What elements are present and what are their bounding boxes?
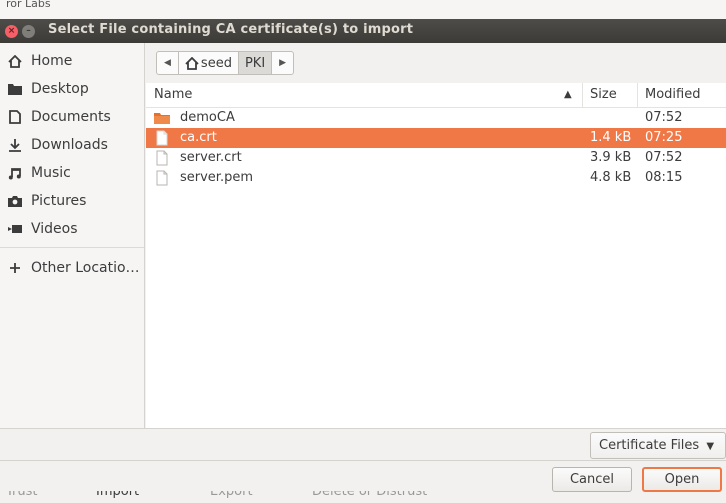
sidebar-item-music[interactable]: Music: [0, 159, 144, 187]
file-icon: [154, 130, 170, 146]
column-header-name[interactable]: Name: [154, 87, 192, 102]
cancel-button[interactable]: Cancel: [552, 467, 632, 492]
file-name: server.crt: [180, 150, 242, 165]
sidebar-item-downloads[interactable]: Downloads: [0, 131, 144, 159]
sidebar-item-documents[interactable]: Documents: [0, 103, 144, 131]
breadcrumb: ◀ seed PKI ▶: [156, 51, 295, 75]
sidebar-item-home[interactable]: Home: [0, 47, 144, 75]
background-tab-import: Import: [96, 491, 140, 499]
places-sidebar: Home Desktop Documents Downloads Music P…: [0, 43, 145, 428]
sidebar-item-other-locations[interactable]: Other Locatio…: [0, 254, 144, 282]
sidebar-item-label: Pictures: [31, 193, 87, 209]
file-row-server-crt[interactable]: server.crt 3.9 kB 07:52: [146, 148, 726, 168]
sidebar-item-label: Home: [31, 53, 73, 69]
sidebar-item-label: Videos: [31, 221, 78, 237]
desktop-icon: [6, 81, 24, 97]
path-crumb-seed[interactable]: seed: [179, 52, 239, 74]
background-window-strip: ror Labs: [0, 0, 726, 19]
background-tab-delete-distrust: Delete or Distrust: [312, 491, 428, 499]
file-modified: 08:15: [645, 170, 683, 185]
dialog-titlebar: × – Select File containing CA certificat…: [0, 19, 726, 43]
column-header-size[interactable]: Size: [590, 87, 617, 102]
filter-bar: Certificate Files ▼: [0, 428, 726, 460]
sidebar-item-label: Documents: [31, 109, 111, 125]
path-crumb-label: PKI: [244, 55, 266, 71]
file-type-filter-select[interactable]: Certificate Files ▼: [590, 432, 726, 459]
documents-icon: [6, 109, 24, 125]
file-modified: 07:25: [645, 130, 683, 145]
path-back-button[interactable]: ◀: [157, 52, 179, 74]
file-size: 4.8 kB: [590, 170, 632, 185]
open-button[interactable]: Open: [642, 467, 722, 492]
file-row-ca-crt[interactable]: ca.crt 1.4 kB 07:25: [146, 128, 726, 148]
file-size: 3.9 kB: [590, 150, 632, 165]
videos-icon: [6, 221, 24, 237]
file-icon: [154, 170, 170, 186]
home-icon: [6, 53, 24, 69]
chevron-down-icon: ▼: [706, 441, 715, 452]
folder-icon: [154, 110, 170, 126]
column-divider[interactable]: [582, 83, 583, 108]
background-tab-strip: Trust Import Export Delete or Distrust: [0, 491, 460, 503]
file-icon: [154, 150, 170, 166]
sidebar-item-label: Music: [31, 165, 71, 181]
pictures-icon: [6, 193, 24, 209]
filter-label: Certificate Files: [599, 438, 700, 453]
file-size: 1.4 kB: [590, 130, 632, 145]
file-list-header: Name ▲ Size Modified: [146, 83, 726, 108]
music-icon: [6, 165, 24, 181]
file-browser-pane: ◀ seed PKI ▶ Name ▲ Size Modified demoCA: [146, 43, 726, 428]
sidebar-divider: [0, 247, 144, 248]
downloads-icon: [6, 137, 24, 153]
sidebar-item-videos[interactable]: Videos: [0, 215, 144, 243]
column-divider[interactable]: [637, 83, 638, 108]
file-list: demoCA 07:52 ca.crt 1.4 kB 07:25 server.…: [146, 108, 726, 188]
column-header-modified[interactable]: Modified: [645, 87, 700, 102]
path-bar: ◀ seed PKI ▶: [146, 43, 726, 83]
path-crumb-label: seed: [200, 55, 232, 71]
file-name: ca.crt: [180, 130, 217, 145]
path-forward-button[interactable]: ▶: [272, 52, 293, 74]
background-title-text: ror Labs: [6, 0, 51, 10]
background-tab-trust: Trust: [6, 491, 38, 499]
sidebar-item-label: Desktop: [31, 81, 89, 97]
file-row-democa[interactable]: demoCA 07:52: [146, 108, 726, 128]
sidebar-item-desktop[interactable]: Desktop: [0, 75, 144, 103]
file-name: server.pem: [180, 170, 254, 185]
file-modified: 07:52: [645, 150, 683, 165]
sidebar-item-pictures[interactable]: Pictures: [0, 187, 144, 215]
home-icon: [185, 56, 199, 70]
minimize-window-button[interactable]: –: [22, 25, 35, 38]
close-window-button[interactable]: ×: [5, 25, 18, 38]
file-row-server-pem[interactable]: server.pem 4.8 kB 08:15: [146, 168, 726, 188]
file-name: demoCA: [180, 110, 235, 125]
sidebar-item-label: Downloads: [31, 137, 108, 153]
path-crumb-pki[interactable]: PKI: [238, 52, 273, 74]
sidebar-item-label: Other Locatio…: [31, 260, 140, 276]
sort-ascending-icon[interactable]: ▲: [564, 89, 572, 100]
plus-icon: [6, 260, 24, 276]
file-modified: 07:52: [645, 110, 683, 125]
background-tab-export: Export: [210, 491, 253, 499]
dialog-title: Select File containing CA certificate(s)…: [48, 22, 414, 37]
